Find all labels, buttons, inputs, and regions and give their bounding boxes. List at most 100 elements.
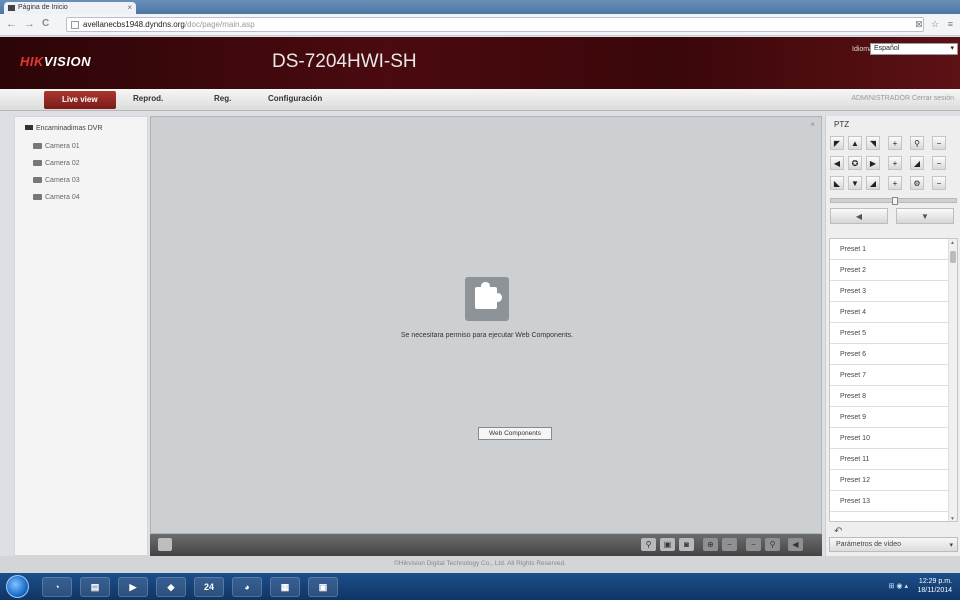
focus-near-icon[interactable]: + bbox=[888, 156, 902, 170]
camera-item[interactable]: Camera 04 bbox=[33, 194, 80, 201]
zoom-in-icon[interactable]: + bbox=[888, 136, 902, 150]
ie-icon[interactable]: ◔ bbox=[42, 577, 72, 597]
ptz-speed-slider[interactable] bbox=[830, 197, 957, 205]
iris-close-icon[interactable]: − bbox=[932, 176, 946, 190]
ptz-down-icon[interactable]: ▼ bbox=[848, 176, 862, 190]
prev-page-icon[interactable]: − bbox=[746, 538, 761, 551]
camera-label: Camera 02 bbox=[45, 160, 80, 167]
scroll-thumb[interactable] bbox=[950, 251, 956, 263]
ptz-up-icon[interactable]: ▲ bbox=[848, 136, 862, 150]
preset-item[interactable]: Preset 7 bbox=[830, 365, 948, 386]
menu-live-view[interactable]: Live view bbox=[44, 91, 116, 109]
ptz-down-left-icon[interactable]: ◣ bbox=[830, 176, 844, 190]
browser-titlebar: Página de Inicio × bbox=[0, 0, 960, 14]
focus-icon: ◢ bbox=[910, 156, 924, 170]
scroll-up-icon[interactable]: ▲ bbox=[950, 240, 955, 246]
clock-time: 12:29 p.m. bbox=[918, 578, 952, 585]
plugin-message: Se necesitara permiso para ejecutar Web … bbox=[400, 332, 574, 339]
web-components-button[interactable]: Web Components bbox=[478, 427, 552, 440]
preset-item[interactable]: Preset 5 bbox=[830, 323, 948, 344]
slider-knob[interactable] bbox=[892, 197, 898, 205]
preset-item[interactable]: Preset 12 bbox=[830, 470, 948, 491]
tree-root-label: Encaminadimas DVR bbox=[36, 125, 103, 132]
iris-open-icon[interactable]: + bbox=[888, 176, 902, 190]
camera-label: Camera 04 bbox=[45, 194, 80, 201]
capture-icon[interactable]: ▣ bbox=[660, 538, 675, 551]
ptz-up-left-icon[interactable]: ◤ bbox=[830, 136, 844, 150]
back-icon[interactable]: ← bbox=[6, 18, 17, 30]
forward-icon[interactable]: → bbox=[24, 18, 35, 30]
focus-far-icon[interactable]: − bbox=[932, 156, 946, 170]
browser-toolbar: ← → C avellanecbs1948.dyndns.org/doc/pag… bbox=[0, 14, 960, 36]
close-icon[interactable]: × bbox=[810, 120, 815, 129]
menu-log[interactable]: Reg. bbox=[214, 94, 231, 103]
language-select[interactable]: Español ▾ bbox=[870, 43, 958, 55]
tree-root[interactable]: Encaminadimas DVR bbox=[25, 125, 103, 132]
url-path: /doc/page/main.asp bbox=[184, 20, 255, 29]
acrobat-icon[interactable]: ▶ bbox=[118, 577, 148, 597]
ptz-panel: PTZ ◤ ▲ ◥ + ⚲ − ◀ ✪ ▶ + ◢ − ◣ ▼ ◢ + ⚙ − … bbox=[825, 116, 960, 556]
preset-call-icon[interactable]: ↶ bbox=[834, 526, 842, 537]
clock[interactable]: 12:29 p.m. 18/11/2014 bbox=[917, 577, 952, 595]
browser-tab[interactable]: Página de Inicio × bbox=[4, 2, 136, 14]
preset-item[interactable]: Preset 8 bbox=[830, 386, 948, 407]
zoom-icon: ⚲ bbox=[910, 136, 924, 150]
tray-icons[interactable]: ⊞ ◉ ▴ bbox=[889, 582, 908, 590]
address-bar[interactable]: avellanecbs1948.dyndns.org/doc/page/main… bbox=[66, 17, 924, 32]
ptz-more-button[interactable]: ▼ bbox=[896, 208, 954, 224]
preset-item[interactable]: Preset 6 bbox=[830, 344, 948, 365]
media-icon[interactable]: ◆ bbox=[156, 577, 186, 597]
video-params-select[interactable]: Parámetros de vídeo ▾ bbox=[829, 537, 958, 552]
ptz-auto-icon[interactable]: ✪ bbox=[848, 156, 862, 170]
scroll-down-icon[interactable]: ▼ bbox=[950, 516, 955, 521]
ptz-right-icon[interactable]: ▶ bbox=[866, 156, 880, 170]
clock-date: 18/11/2014 bbox=[917, 587, 952, 594]
microphone-icon[interactable]: ⚲ bbox=[765, 538, 780, 551]
zoom-icon[interactable]: ⚲ bbox=[641, 538, 656, 551]
plugin-puzzle-icon bbox=[465, 277, 509, 321]
dvr-icon bbox=[25, 125, 33, 130]
digital-zoom-icon[interactable]: ⊕ bbox=[703, 538, 718, 551]
camera-item[interactable]: Camera 01 bbox=[33, 143, 80, 150]
chrome-icon[interactable]: ◕ bbox=[232, 577, 262, 597]
preset-item[interactable]: Preset 1 bbox=[830, 239, 948, 260]
preset-item[interactable]: Preset 11 bbox=[830, 449, 948, 470]
ptz-up-right-icon[interactable]: ◥ bbox=[866, 136, 880, 150]
camera-label: Camera 01 bbox=[45, 143, 80, 150]
preset-item[interactable]: Preset 10 bbox=[830, 428, 948, 449]
preset-item[interactable]: Preset 9 bbox=[830, 407, 948, 428]
chevron-down-icon: ▾ bbox=[950, 45, 954, 52]
preset-item[interactable]: Preset 4 bbox=[830, 302, 948, 323]
record-icon[interactable]: ◙ bbox=[679, 538, 694, 551]
camera-icon bbox=[33, 143, 42, 150]
preset-item[interactable]: Preset 3 bbox=[830, 281, 948, 302]
ptz-prev-button[interactable]: ◀ bbox=[830, 208, 888, 224]
menu-configuration[interactable]: Configuración bbox=[268, 94, 322, 103]
ptz-down-right-icon[interactable]: ◢ bbox=[866, 176, 880, 190]
calendar-icon[interactable]: 24 bbox=[194, 577, 224, 597]
window-icon[interactable]: ▣ bbox=[308, 577, 338, 597]
preset-item[interactable]: Preset 13 bbox=[830, 491, 948, 512]
menu-playback[interactable]: Reprod. bbox=[133, 94, 163, 103]
explorer-icon[interactable]: ▤ bbox=[80, 577, 110, 597]
layout-icon[interactable] bbox=[158, 538, 172, 551]
camera-item[interactable]: Camera 02 bbox=[33, 160, 80, 167]
preset-item[interactable]: Preset 2 bbox=[830, 260, 948, 281]
tab-close-icon[interactable]: × bbox=[127, 3, 132, 12]
video-viewport[interactable]: × Se necesitara permiso para ejecutar We… bbox=[150, 116, 822, 534]
chevron-down-icon: ▾ bbox=[949, 542, 953, 549]
start-button[interactable] bbox=[6, 575, 29, 598]
camera-item[interactable]: Camera 03 bbox=[33, 177, 80, 184]
ptz-left-icon[interactable]: ◀ bbox=[830, 156, 844, 170]
iris-icon: ⚙ bbox=[910, 176, 924, 190]
volume-icon[interactable]: ◀ bbox=[788, 538, 803, 551]
preset-scrollbar[interactable]: ▲ ▼ bbox=[948, 239, 957, 521]
folder-icon[interactable]: ▦ bbox=[270, 577, 300, 597]
reload-icon[interactable]: C bbox=[42, 18, 49, 29]
camera-icon bbox=[33, 177, 42, 184]
stop-all-icon[interactable]: − bbox=[722, 538, 737, 551]
zoom-out-icon[interactable]: − bbox=[932, 136, 946, 150]
browser-menu-icons[interactable]: ⊠ ☆ ≡ bbox=[915, 19, 956, 30]
language-value: Español bbox=[874, 45, 900, 52]
user-logout[interactable]: ADMINISTRADOR Cerrar sesión bbox=[851, 95, 954, 102]
